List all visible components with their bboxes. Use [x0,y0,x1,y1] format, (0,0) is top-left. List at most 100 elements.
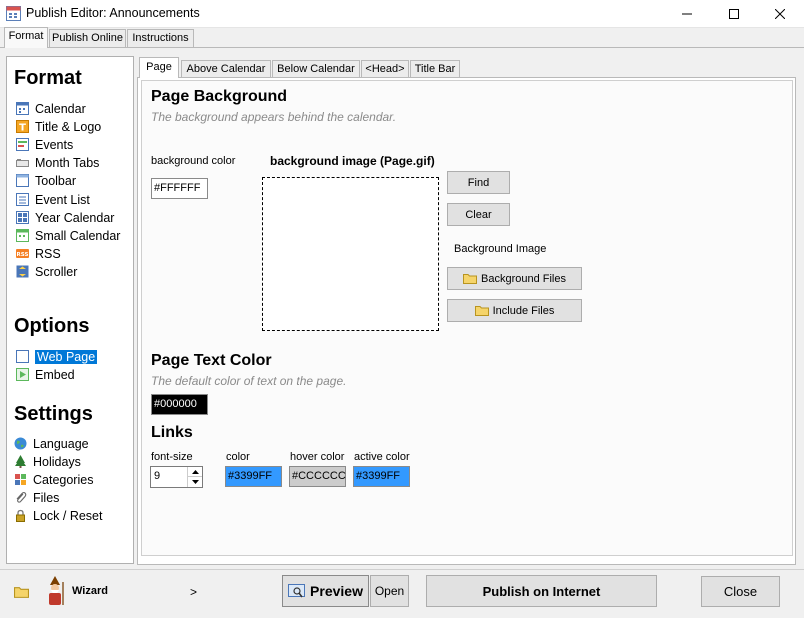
tab-title-bar[interactable]: Title Bar [410,60,460,77]
sidebar-item-calendar[interactable]: Calendar [16,100,86,117]
title-logo-icon: T [16,120,29,133]
tab-page[interactable]: Page [139,57,179,78]
sidebar-item-web-page[interactable]: Web Page [16,348,98,365]
link-color-swatch[interactable]: #3399FF [225,466,282,487]
tree-icon [15,455,26,468]
sidebar-item-year-calendar[interactable]: Year Calendar [16,209,114,226]
sidebar-item-label: Lock / Reset [33,508,103,523]
sidebar-item-scroller[interactable]: Scroller [16,263,77,280]
background-files-label: Background Files [481,272,566,285]
rss-icon: RSS [16,249,29,258]
sidebar-item-label: Month Tabs [35,155,100,170]
sidebar-item-label: Title & Logo [35,119,102,134]
sidebar-item-label: Small Calendar [35,228,121,243]
format-heading: Format [14,67,82,89]
sidebar-item-lock-reset[interactable]: Lock / Reset [14,507,102,524]
lock-icon [16,509,25,522]
include-files-label: Include Files [492,304,555,317]
include-files-button[interactable]: Include Files [447,299,582,322]
font-size-stepper[interactable]: 9 [150,466,203,488]
sidebar-item-label: RSS [35,246,61,261]
sidebar-item-title-logo[interactable]: T Title & Logo [16,118,101,135]
web-page-icon [16,350,29,363]
sidebar-item-month-tabs[interactable]: Month Tabs [16,154,99,171]
sidebar-item-label: Toolbar [35,173,76,188]
tab-publish-online[interactable]: Publish Online [49,29,126,47]
sidebar-item-label: Files [33,490,60,505]
preview-icon [288,583,306,597]
background-image-caption: Background Image [454,243,547,255]
calendar-icon [16,102,29,115]
page-background-hint: The background appears behind the calend… [151,110,397,124]
close-window-button[interactable] [757,0,803,28]
wizard-label[interactable]: Wizard [72,585,108,597]
toolbar-icon [16,174,29,187]
embed-icon [16,368,29,381]
find-button[interactable]: Find [447,171,510,194]
active-color-label: active color [354,451,410,463]
wizard-next-arrow[interactable]: > [190,585,197,599]
sidebar-item-embed[interactable]: Embed [16,366,75,383]
maximize-button[interactable] [711,0,757,28]
tab-format[interactable]: Format [4,27,48,48]
clear-button[interactable]: Clear [447,203,510,226]
sidebar-item-small-calendar[interactable]: Small Calendar [16,227,120,244]
font-size-label: font-size [151,451,193,463]
active-color-swatch[interactable]: #3399FF [353,466,410,487]
folder-icon [474,306,489,316]
sidebar-item-categories[interactable]: Categories [14,471,93,488]
minimize-icon [682,13,692,15]
sidebar-item-toolbar[interactable]: Toolbar [16,172,76,189]
close-button[interactable]: Close [701,576,780,607]
links-heading: Links [151,424,193,441]
arrow-down-icon [191,480,199,484]
wizard-icon[interactable] [44,576,66,606]
font-size-down-button[interactable] [187,477,202,487]
close-icon [775,9,785,19]
globe-icon [14,437,27,450]
sidebar-item-rss[interactable]: RSS RSS [16,245,61,262]
tab-instructions[interactable]: Instructions [127,29,194,47]
background-image-label: background image (Page.gif) [270,154,435,168]
font-size-value: 9 [154,470,161,482]
folder-icon[interactable] [14,586,29,598]
scroller-icon [16,265,29,278]
hover-color-swatch[interactable]: #CCCCCC [289,466,346,487]
font-size-up-button[interactable] [187,467,202,477]
background-color-swatch[interactable]: #FFFFFF [151,178,208,199]
hover-color-label: hover color [290,451,345,463]
page-text-color-heading: Page Text Color [151,352,272,369]
preview-button[interactable]: Preview [282,575,369,607]
tab-head[interactable]: <Head> [361,60,409,77]
event-list-icon [16,193,29,206]
settings-heading: Settings [14,403,93,425]
year-calendar-icon [16,211,29,224]
folder-icon [463,274,477,284]
sidebar-item-label: Year Calendar [35,210,115,225]
page-text-color-hint: The default color of text on the page. [151,374,347,388]
sidebar-item-label: Categories [33,472,94,487]
sidebar-item-holidays[interactable]: Holidays [14,453,81,470]
text-color-swatch[interactable]: #000000 [151,394,208,415]
sidebar-item-files[interactable]: Files [14,489,59,506]
background-files-button[interactable]: Background Files [447,267,582,290]
page-background-heading: Page Background [151,88,288,105]
sidebar-item-label: Calendar [35,101,86,116]
tab-below-calendar[interactable]: Below Calendar [272,60,360,77]
tab-above-calendar[interactable]: Above Calendar [181,60,271,77]
open-button[interactable]: Open [370,575,409,607]
options-heading: Options [14,315,90,337]
sidebar-item-language[interactable]: Language [14,435,89,452]
background-color-label: background color [151,155,236,167]
window-title: Publish Editor: Announcements [26,6,200,20]
publish-on-internet-button[interactable]: Publish on Internet [426,575,657,607]
categories-icon [15,474,26,485]
sidebar-item-event-list[interactable]: Event List [16,191,90,208]
sidebar-item-events[interactable]: Events [16,136,73,153]
background-image-dropzone[interactable] [262,177,439,331]
minimize-button[interactable] [664,0,710,28]
sidebar-item-label: Web Page [35,349,98,364]
sidebar-item-label: Embed [35,367,75,382]
small-calendar-icon [16,229,29,242]
paperclip-icon [16,492,27,503]
